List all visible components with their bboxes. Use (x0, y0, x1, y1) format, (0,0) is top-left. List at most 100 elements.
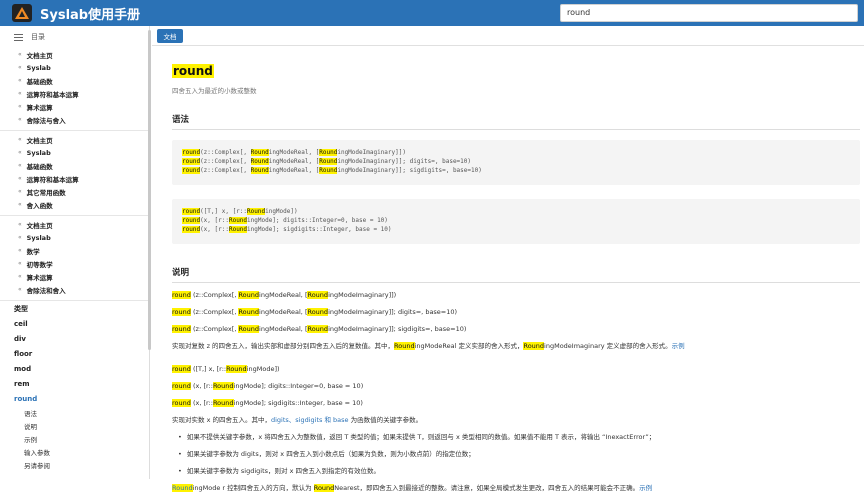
rounding-mode-text: RoundingMode r 控制四舍五入的方向，默认为 RoundNeares… (172, 480, 860, 497)
search-input[interactable]: round (560, 4, 858, 22)
sidebar-function-div[interactable]: div (0, 331, 149, 346)
sidebar-item[interactable]: « 初等数学 (0, 257, 149, 270)
code-highlight: Round (250, 149, 269, 156)
sidebar-item[interactable]: « 文档主页 (0, 133, 149, 146)
sidebar-item[interactable]: « 其它常用函数 (0, 185, 149, 198)
code-highlight: round (182, 208, 201, 215)
syslab-logo-icon (12, 4, 32, 22)
chevron-left-icon: « (18, 90, 22, 97)
signature-text: ingMode]) (246, 365, 280, 373)
sidebar-item[interactable]: « 舍除法与舍入 (0, 113, 149, 126)
sidebar-item-label: Syslab (26, 148, 51, 157)
desc-text: 实现对实数 x 的四舍五入。其中， (172, 416, 271, 424)
sidebar-function-类型[interactable]: 类型 (0, 301, 149, 316)
sidebar-subitem[interactable]: 说明 (0, 419, 149, 432)
code-text: ingModeImaginary]]; sigdigits=, base=10) (337, 167, 482, 174)
code-text: ingMode]; sigdigits::Integer, base = 10) (247, 226, 392, 233)
signature-line: round (z::Complex[, RoundingModeReal, [R… (172, 304, 860, 321)
sidebar-item-label: 数学 (26, 247, 40, 256)
sidebar-item[interactable]: « 基础函数 (0, 159, 149, 172)
sidebar-item[interactable]: « Syslab (0, 231, 149, 244)
sidebar-function-round[interactable]: round (0, 391, 149, 406)
chevron-left-icon: « (18, 234, 22, 241)
toc-header[interactable]: 目录 (0, 28, 149, 46)
signature-text: ingModeReal, [ (259, 308, 308, 316)
signature-text: ingModeReal, [ (259, 291, 308, 299)
sidebar-scrollbar[interactable] (148, 30, 151, 350)
signature-text: (x, [r:: (190, 382, 213, 390)
signature-highlight[interactable]: round (172, 399, 191, 407)
signature-line: round (z::Complex[, RoundingModeReal, [R… (172, 321, 860, 338)
chevron-left-icon: « (18, 260, 22, 267)
sidebar-subitem[interactable]: 语法 (0, 406, 149, 419)
code-highlight: round (182, 167, 201, 174)
menu-icon[interactable] (14, 33, 23, 41)
sidebar-item[interactable]: « 文档主页 (0, 48, 149, 61)
code-text: (z::Complex[, (200, 149, 251, 156)
sidebar-item[interactable]: « Syslab (0, 146, 149, 159)
signature-highlight[interactable]: round (172, 382, 191, 390)
signature-line: round (x, [r::RoundingMode]; digits::Int… (172, 378, 860, 395)
signature-highlight[interactable]: round (172, 365, 191, 373)
signature-highlight: Round (226, 365, 247, 373)
example-link[interactable]: 示例 (672, 342, 685, 350)
sidebar-subitem[interactable]: 输入参数 (0, 445, 149, 458)
highlight: Round (523, 342, 545, 350)
bullet-item: 如果关键字参数为 digits，则对 x 四舍五入到小数点后（如果为负数，则为小… (172, 446, 860, 463)
chevron-left-icon: « (18, 149, 22, 156)
sidebar-subitem[interactable]: 另请参阅 (0, 458, 149, 471)
sidebar-item[interactable]: « 文档主页 (0, 218, 149, 231)
sidebar-item-label: 舍入函数 (26, 201, 53, 210)
code-block-real: round([T,] x, [r::RoundingMode]) round(x,… (172, 199, 860, 244)
sidebar-item[interactable]: « 算术运算 (0, 270, 149, 283)
keyword-args-link[interactable]: digits、sigdigits 和 base (271, 416, 349, 424)
desc-text: ingMode r 控制四舍五入的方向，默认为 (192, 484, 314, 492)
code-block-complex: round(z::Complex[, RoundingModeReal, [Ro… (172, 140, 860, 185)
sidebar-item[interactable]: « 数学 (0, 244, 149, 257)
signature-highlight[interactable]: round (172, 325, 191, 333)
signature-line: round (z::Complex[, RoundingModeReal, [R… (172, 287, 860, 304)
code-line: round(z::Complex[, RoundingModeReal, [Ro… (182, 149, 850, 158)
chevron-left-icon: « (18, 77, 22, 84)
bullet-item: 如果关键字参数为 sigdigits，则对 x 四舍五入到指定的有效位数。 (172, 463, 860, 480)
sidebar-item-label: 算术运算 (26, 103, 53, 112)
sidebar-item-label: 基础函数 (26, 162, 53, 171)
sidebar-item[interactable]: « 基础函数 (0, 74, 149, 87)
sidebar-item[interactable]: « 算术运算 (0, 100, 149, 113)
code-line: round(x, [r::RoundingMode]; sigdigits::I… (182, 226, 850, 235)
signature-highlight: Round (238, 325, 260, 333)
code-line: round(z::Complex[, RoundingModeReal, [Ro… (182, 167, 850, 176)
sidebar-item-label: 其它常用函数 (26, 188, 66, 197)
code-highlight: round (182, 149, 201, 156)
sidebar-function-floor[interactable]: floor (0, 346, 149, 361)
signature-highlight: Round (212, 382, 234, 390)
sidebar-function-rem[interactable]: rem (0, 376, 149, 391)
sidebar-item-label: Syslab (26, 233, 51, 242)
desc-text: ingModeReal 定义实部的舍入形式， (414, 342, 524, 350)
desc-complex-text: 实现对复数 z 的四舍五入，输出实部和虚部分别四舍五入后的复数值。其中，Roun… (172, 338, 860, 355)
signature-highlight[interactable]: round (172, 291, 191, 299)
sidebar-subitem[interactable]: 示例 (0, 432, 149, 445)
sidebar-item[interactable]: « Syslab (0, 61, 149, 74)
code-highlight: Round (319, 167, 338, 174)
chevron-left-icon: « (18, 64, 22, 71)
sidebar-function-mod[interactable]: mod (0, 361, 149, 376)
chevron-left-icon: « (18, 116, 22, 123)
chevron-left-icon: « (18, 286, 22, 293)
signature-text: ([T,] x, [r:: (190, 365, 227, 373)
example-link[interactable]: 示例 (639, 484, 652, 492)
sidebar-item[interactable]: « 舍除法和舍入 (0, 283, 149, 296)
sidebar-item[interactable]: « 舍入函数 (0, 198, 149, 211)
signature-highlight[interactable]: round (172, 308, 191, 316)
page-subtitle: 四舍五入为最近的小数或整数 (172, 87, 257, 95)
signature-line: round ([T,] x, [r::RoundingMode]) (172, 361, 860, 378)
doc-button[interactable]: 文档 (157, 29, 183, 43)
code-line: round([T,] x, [r::RoundingMode]) (182, 208, 850, 217)
sidebar-item[interactable]: « 运算符和基本运算 (0, 87, 149, 100)
code-line: round(x, [r::RoundingMode]; digits::Inte… (182, 217, 850, 226)
sidebar-item[interactable]: « 运算符和基本运算 (0, 172, 149, 185)
highlight[interactable]: Round (172, 484, 193, 492)
desc-real-text: 实现对实数 x 的四舍五入。其中，digits、sigdigits 和 base… (172, 412, 860, 429)
code-highlight: round (182, 226, 201, 233)
sidebar-function-ceil[interactable]: ceil (0, 316, 149, 331)
